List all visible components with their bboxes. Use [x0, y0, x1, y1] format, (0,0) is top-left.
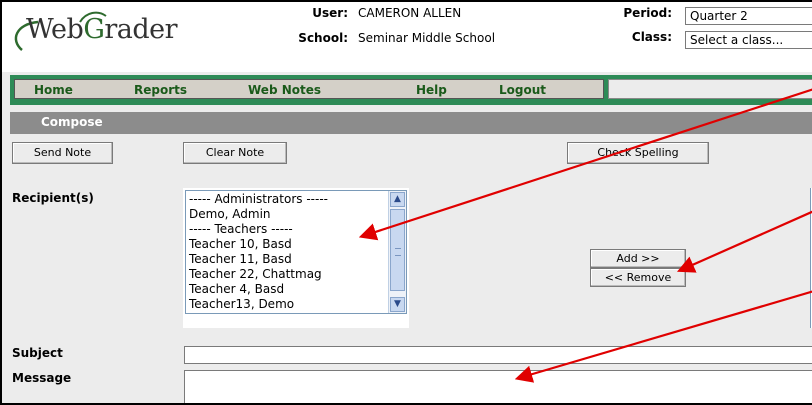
school-value: Seminar Middle School: [358, 31, 496, 45]
class-label: Class:: [631, 30, 672, 44]
user-value: CAMERON ALLEN: [358, 6, 462, 20]
recipient-list-scrollbar[interactable]: ▲ ▼: [388, 191, 406, 313]
list-item[interactable]: Teacher 4, Basd: [189, 282, 387, 297]
arrow-to-message-field: [514, 290, 812, 383]
clear-note-button[interactable]: Clear Note: [183, 142, 287, 164]
subject-label: Subject: [12, 346, 63, 360]
list-item[interactable]: Teacher 22, Chattmag: [189, 267, 387, 282]
logo-text-g: G: [83, 14, 105, 45]
chevron-up-icon[interactable]: ▲: [390, 192, 405, 207]
list-item[interactable]: Teacher13, Demo: [189, 297, 387, 312]
list-item[interactable]: Teacher 10, Basd: [189, 237, 387, 252]
recipient-items: ----- Administrators ----- Demo, Admin -…: [189, 192, 387, 312]
scrollbar-thumb[interactable]: [390, 209, 405, 291]
chevron-down-icon[interactable]: ▼: [390, 297, 405, 312]
list-item: ----- Teachers -----: [189, 222, 293, 236]
arrow-to-remove-button: [676, 210, 812, 273]
nav-bar: Home Reports Web Notes Help Logout: [10, 75, 812, 105]
subject-input[interactable]: [184, 346, 812, 364]
user-label: User:: [312, 6, 348, 20]
send-note-button[interactable]: Send Note: [12, 142, 113, 164]
message-textarea[interactable]: [184, 370, 812, 403]
logo-text-web: Web: [26, 14, 84, 45]
check-spelling-button[interactable]: Check Spelling: [567, 142, 709, 164]
logo-text: WebGrader: [26, 14, 178, 45]
compose-header: Compose: [10, 112, 812, 134]
nav-home[interactable]: Home: [34, 83, 73, 97]
webgrader-logo: WebGrader: [8, 8, 188, 52]
compose-title: Compose: [41, 115, 103, 129]
nav-spacer: [608, 79, 812, 99]
webgrader-window: WebGrader User: CAMERON ALLEN School: Se…: [0, 0, 812, 405]
remove-recipient-button[interactable]: << Remove: [590, 268, 686, 287]
nav-help[interactable]: Help: [416, 83, 447, 97]
list-item[interactable]: Demo, Admin: [189, 207, 387, 222]
header: WebGrader User: CAMERON ALLEN School: Se…: [2, 2, 812, 72]
nav-web-notes[interactable]: Web Notes: [248, 83, 321, 97]
logo-text-rader: rader: [104, 14, 178, 45]
message-label: Message: [12, 371, 72, 385]
class-select[interactable]: Select a class...: [685, 31, 812, 49]
period-label: Period:: [623, 6, 672, 20]
nav-logout[interactable]: Logout: [499, 83, 546, 97]
period-select[interactable]: Quarter 2: [685, 7, 812, 25]
recipient-list[interactable]: ----- Administrators ----- Demo, Admin -…: [185, 190, 407, 314]
recipients-label: Recipient(s): [12, 191, 94, 205]
list-item[interactable]: Teacher 11, Basd: [189, 252, 387, 267]
add-recipient-button[interactable]: Add >>: [590, 249, 686, 268]
nav-menu: Home Reports Web Notes Help Logout: [14, 79, 604, 99]
nav-reports[interactable]: Reports: [134, 83, 187, 97]
school-label: School:: [298, 31, 348, 45]
list-item: ----- Administrators -----: [189, 192, 328, 206]
recipient-list-container: ----- Administrators ----- Demo, Admin -…: [183, 188, 409, 328]
